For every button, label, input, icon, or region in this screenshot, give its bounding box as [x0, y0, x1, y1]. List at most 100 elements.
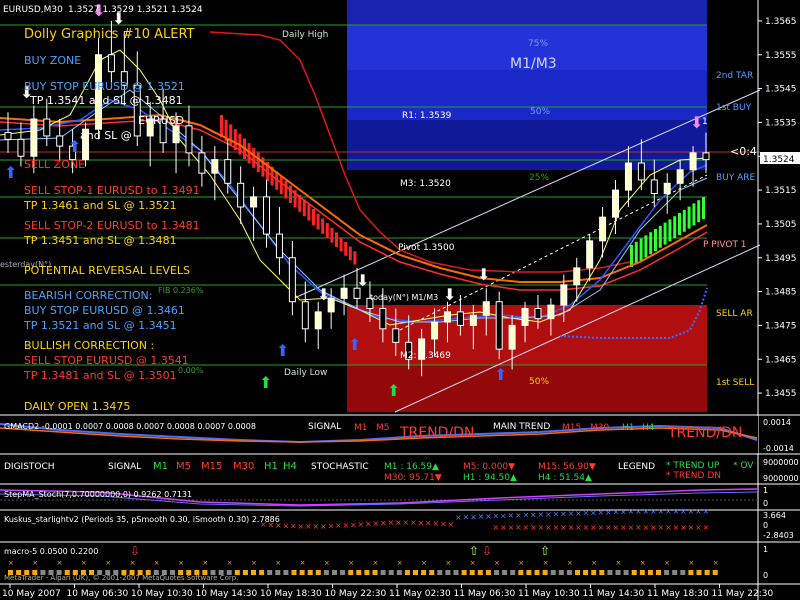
red-ribbon-bar: [321, 218, 325, 234]
macro-square: [599, 570, 605, 575]
kuskus-star: ×: [583, 523, 590, 532]
kuskus-star: ×: [440, 519, 447, 528]
kuskus-star: ×: [695, 523, 702, 532]
kuskus-star: ×: [688, 507, 695, 516]
macro-square: [404, 570, 410, 575]
sell-zone-label: SELL ZONE: [24, 158, 85, 171]
second-target-label: 2nd TAR: [716, 71, 753, 81]
kuskus-star: ×: [418, 518, 425, 527]
kuskus-star: ×: [568, 523, 575, 532]
eurusd-line-label: EURUSD: [138, 114, 184, 127]
macro-square: [267, 570, 273, 575]
candle-bear: [301, 301, 309, 330]
kuskus-star: ×: [448, 520, 455, 529]
kuskus-star: ×: [665, 523, 672, 532]
kuskus-star: ×: [583, 509, 590, 518]
macro-square: [639, 570, 645, 575]
price-tick-label: 1.3515: [765, 186, 797, 196]
green-ribbon-bar: [644, 235, 648, 258]
time-tick-label: 11 May 22:30: [712, 589, 774, 599]
macro-square: [631, 570, 637, 575]
macro-square: [340, 570, 346, 575]
candle-bear: [224, 159, 232, 184]
kuskus-star: ×: [605, 508, 612, 517]
candle-bull: [586, 240, 594, 269]
macro-x: ×: [421, 559, 427, 567]
candle-bull: [663, 182, 671, 194]
red-ribbon-bar: [353, 251, 357, 265]
candle-bear: [534, 308, 542, 320]
bearish-label: BEARISH CORRECTION:: [24, 289, 152, 302]
kuskus-star: ×: [395, 518, 402, 527]
legend-trend-dn: * TREND DN: [666, 471, 721, 481]
macro-square: [437, 570, 443, 575]
time-tick-label: 11 May 10:30: [518, 589, 580, 599]
today-label: today(N°) M1/M3: [370, 293, 438, 302]
time-tick-label: 10 May 06:30: [67, 589, 129, 599]
kuskus-marks: × × × × × × × × × × × × × × × × × × × × × × × × × ×× × × × × ×××××××××…: [260, 507, 709, 532]
green-ribbon-bar: [639, 238, 643, 261]
candle-bull: [521, 308, 529, 326]
digistoch-h1: H1: [264, 461, 278, 472]
ohlc-label: 1.3527 1.3529 1.3521 1.3524: [68, 5, 203, 15]
kuskus-star: ×: [553, 510, 560, 519]
macro-square: [380, 570, 386, 575]
gmacd-m5: M5: [376, 423, 390, 433]
legend-trend-up: * TREND UP: [666, 461, 720, 471]
sell-area-label: SELL AR: [716, 309, 753, 319]
kuskus-star: ×: [568, 509, 575, 518]
macro-square: [615, 570, 621, 575]
macro-square: [469, 570, 475, 575]
macro-label: macro-5 0.0500 0.2200: [4, 547, 98, 556]
macro-square: [429, 570, 435, 575]
copyright-text: MetaTrader - Alpari (UK), © 2001-2007 Me…: [4, 574, 238, 582]
red-ribbon-bar: [325, 223, 329, 239]
time-tick-label: 11 May 18:30: [647, 589, 709, 599]
macro-square: [259, 570, 265, 575]
kuskus-star: ×: [635, 523, 642, 532]
macro-x: ×: [275, 559, 281, 567]
kuskus-star: ×: [560, 509, 567, 518]
macro-square: [542, 570, 548, 575]
green-ribbon-bar: [687, 206, 691, 229]
macro-square: [558, 570, 564, 575]
blue-band-25: [347, 120, 707, 170]
gmacd-m15: M15: [562, 423, 581, 433]
macro-square: [413, 570, 418, 575]
time-tick-label: 11 May 06:30: [454, 589, 516, 599]
green-up-arrow-2: ⬆: [387, 381, 400, 400]
kuskus-star: ×: [485, 512, 492, 521]
macro-square: [704, 570, 710, 575]
kuskus-star: ×: [388, 518, 395, 527]
red-ribbon-bar: [302, 199, 306, 217]
blue-band-50: [347, 70, 707, 120]
kuskus-star: ×: [515, 511, 522, 520]
kuskus-star: ×: [455, 513, 462, 522]
white-down-arrow-5: ⬇: [443, 285, 456, 304]
candle-bear: [263, 196, 271, 235]
red-ribbon-bar: [335, 232, 338, 247]
red-ribbon-bar: [256, 152, 260, 173]
blue-up-arrow-3: ⬆: [276, 341, 289, 360]
potential-label: POTENTIAL REVERSAL LEVELS: [24, 264, 190, 277]
candle-bull: [547, 304, 555, 320]
macro-x: ×: [324, 559, 330, 567]
time-tick-label: 10 May 2007: [2, 589, 61, 599]
digistoch-scale-bottom: 9000000: [763, 474, 799, 483]
tp-s2-label: TP 1.3451 and SL @ 1.3481: [23, 234, 177, 247]
macro-x: ×: [713, 559, 719, 567]
macro-square: [688, 570, 694, 575]
kuskus-star: ×: [478, 512, 485, 521]
macro-square: [550, 570, 556, 575]
macro-square: [323, 570, 329, 575]
pivot-label: Pivot 1.3500: [398, 243, 455, 253]
digistoch-label: DIGISTOCH: [4, 462, 55, 472]
kuskus-star: ×: [470, 512, 477, 521]
kuskus-star: ×: [313, 522, 320, 531]
macro-panel: × × × × × × × × × × × × × × × × × × × × × × × × × × × × × × macro-5 0…: [0, 541, 800, 582]
red-ribbon-bar: [229, 124, 233, 146]
price-tick-label: 1.3555: [765, 51, 797, 61]
digistoch-m15: M15: [201, 461, 222, 472]
candle-bear: [56, 135, 64, 147]
main-chart-svg[interactable]: ⬇ ⬇ ⬇ ⬇ ⬇ ⬇ ⬇ ⬇ ⬆ ⬆ ⬆ ⬆ ⬆ ⬆ ⬆ Daily High…: [0, 0, 800, 600]
